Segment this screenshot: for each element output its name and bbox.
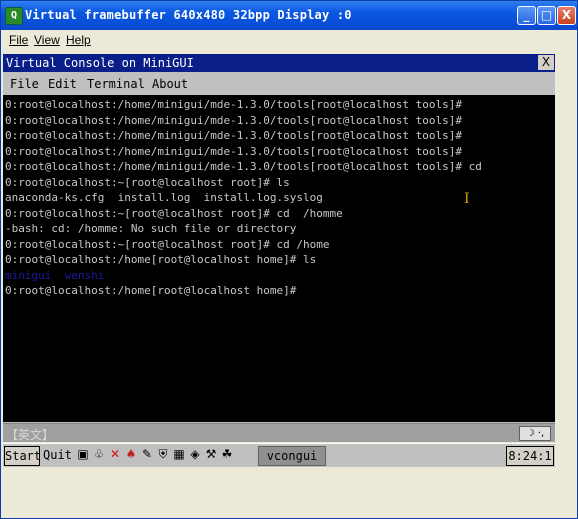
console-title-bar[interactable]: Virtual Console on MiniGUI X bbox=[3, 54, 555, 72]
shield-icon[interactable]: ⛨ bbox=[156, 447, 170, 461]
console-menu-terminal[interactable]: Terminal bbox=[87, 77, 145, 91]
terminal-line: minigui wenshi bbox=[5, 268, 105, 282]
game-icon[interactable]: ◈ bbox=[188, 447, 202, 461]
terminal-line: anaconda-ks.cfg install.log install.log.… bbox=[5, 191, 323, 204]
start-button[interactable]: Start bbox=[4, 446, 41, 466]
terminal-line: 0:root@localhost:/home/minigui/mde-1.3.0… bbox=[5, 98, 462, 111]
terminal-line: 0:root@localhost:/home/minigui/mde-1.3.0… bbox=[5, 144, 462, 158]
terminal-line: 0:root@localhost:/home[root@localhost ho… bbox=[5, 253, 317, 266]
title-bar[interactable]: Q Virtual framebuffer 640x480 32bpp Disp… bbox=[1, 1, 577, 30]
grid-icon[interactable]: ▦ bbox=[172, 447, 186, 461]
ime-toggle-buttons[interactable]: ☽ ·, bbox=[519, 426, 551, 441]
text-cursor-icon: I bbox=[464, 191, 470, 207]
cards-icon[interactable]: ♧ bbox=[92, 447, 106, 461]
close-app-icon[interactable]: ✕ bbox=[108, 447, 122, 461]
terminal-line: 0:root@localhost:~[root@localhost root]#… bbox=[5, 206, 343, 220]
spade-icon[interactable]: ♠ bbox=[124, 447, 138, 461]
quick-launch: ▣ ♧ ✕ ♠ ✎ ⛨ ▦ ◈ ⚒ ☘ bbox=[76, 447, 236, 463]
leaf-icon[interactable]: ☘ bbox=[220, 447, 234, 461]
window-title: Virtual framebuffer 640x480 32bpp Displa… bbox=[25, 8, 352, 22]
main-window: Q Virtual framebuffer 640x480 32bpp Disp… bbox=[0, 0, 578, 519]
terminal-line: 0:root@localhost:/home/minigui/mde-1.3.0… bbox=[5, 160, 482, 173]
console-menu-file[interactable]: File bbox=[10, 77, 39, 91]
terminal-icon[interactable]: ▣ bbox=[76, 447, 90, 461]
taskbar: Start Quit ▣ ♧ ✕ ♠ ✎ ⛨ ▦ ◈ ⚒ ☘ vcongui 8:24:1 bbox=[3, 443, 555, 467]
terminal-line: 0:root@localhost:~[root@localhost root]#… bbox=[5, 175, 290, 189]
console-title: Virtual Console on MiniGUI bbox=[6, 56, 194, 70]
menu-view[interactable]: View bbox=[34, 33, 60, 47]
terminal-line: 0:root@localhost:/home/minigui/mde-1.3.0… bbox=[5, 113, 462, 127]
virtual-console-window: Virtual Console on MiniGUI X File Edit T… bbox=[3, 54, 555, 442]
minimize-button[interactable]: _ bbox=[517, 6, 536, 25]
window-bottom-area bbox=[1, 468, 577, 518]
menu-file[interactable]: File bbox=[9, 33, 28, 47]
tools-icon[interactable]: ⚒ bbox=[204, 447, 218, 461]
task-vcongui[interactable]: vcongui bbox=[258, 446, 326, 466]
terminal-output[interactable]: I 0:root@localhost:/home/minigui/mde-1.3… bbox=[3, 95, 555, 422]
console-menu-about[interactable]: About bbox=[152, 77, 188, 91]
console-menu-bar: File Edit Terminal About bbox=[3, 73, 555, 94]
pencil-icon[interactable]: ✎ bbox=[140, 447, 154, 461]
clock: 8:24:1 bbox=[506, 446, 554, 466]
ime-bar: 【英文】 ☽ ·, bbox=[3, 423, 555, 442]
console-close-button[interactable]: X bbox=[538, 55, 554, 70]
app-icon[interactable]: Q bbox=[5, 7, 23, 25]
quit-button[interactable]: Quit bbox=[43, 448, 72, 462]
terminal-line: 0:root@localhost:/home/minigui/mde-1.3.0… bbox=[5, 129, 462, 142]
menu-help[interactable]: Help bbox=[66, 33, 91, 47]
terminal-line: 0:root@localhost:/home[root@localhost ho… bbox=[5, 284, 297, 297]
ime-mode-label[interactable]: 【英文】 bbox=[6, 426, 54, 443]
menu-bar: File View Help bbox=[1, 30, 577, 50]
terminal-line: -bash: cd: /homme: No such file or direc… bbox=[5, 222, 297, 235]
maximize-button[interactable]: □ bbox=[537, 6, 556, 25]
terminal-line: 0:root@localhost:~[root@localhost root]#… bbox=[5, 237, 330, 251]
console-menu-edit[interactable]: Edit bbox=[48, 77, 77, 91]
close-button[interactable]: X bbox=[557, 6, 576, 25]
